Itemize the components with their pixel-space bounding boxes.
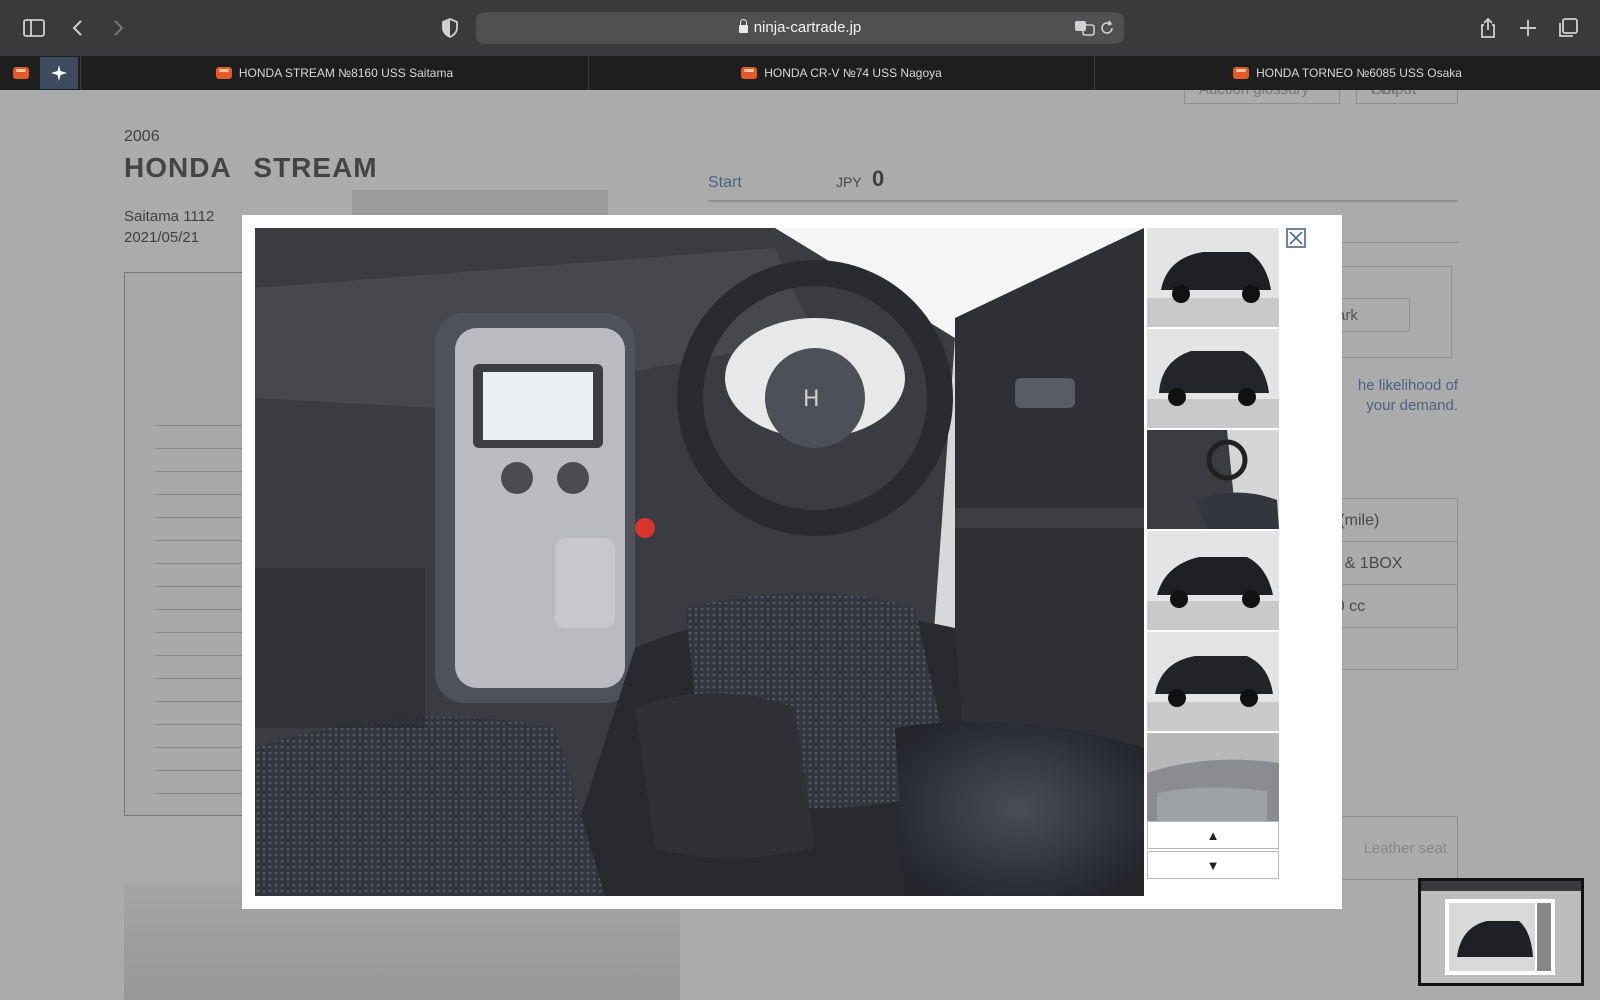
svg-text:H: H (803, 387, 820, 412)
airplane-icon (51, 65, 67, 81)
window-preview-thumbnail[interactable] (1418, 878, 1584, 986)
thumbnail-1[interactable] (1147, 228, 1279, 327)
url-text: ninja-cartrade.jp (753, 19, 862, 36)
lock-icon (738, 19, 748, 33)
car-favicon-icon (215, 67, 232, 79)
thumbnail-5[interactable] (1147, 632, 1279, 731)
reload-icon[interactable] (1098, 19, 1116, 37)
thumbnail-scroll-down-button[interactable]: ▼ (1147, 851, 1279, 879)
thumbnail-2[interactable] (1147, 329, 1279, 428)
address-bar[interactable]: ninja-cartrade.jp (476, 12, 1124, 44)
main-interior-photo[interactable]: H (255, 228, 1144, 896)
close-icon[interactable] (1286, 228, 1306, 248)
tab-honda-torneo[interactable]: HONDA TORNEO №6085 USS Osaka (1094, 56, 1600, 90)
thumbnail-6[interactable] (1147, 733, 1279, 832)
forward-icon[interactable] (106, 16, 130, 40)
car-favicon-icon (1233, 67, 1250, 79)
car-favicon-icon (13, 67, 29, 79)
thumbnail-4[interactable] (1147, 531, 1279, 630)
sidebar-icon[interactable] (22, 16, 46, 40)
browser-toolbar: ninja-cartrade.jp (0, 0, 1600, 56)
thumbnail-3[interactable] (1147, 430, 1279, 529)
privacy-shield-icon[interactable] (438, 16, 462, 40)
interior-photo-image: H (255, 228, 1144, 896)
tab-bar: HONDA STREAM №8160 USS Saitama HONDA CR-… (0, 56, 1600, 90)
translate-icon[interactable] (1074, 18, 1096, 38)
tab-honda-stream[interactable]: HONDA STREAM №8160 USS Saitama (80, 56, 588, 90)
new-tab-icon[interactable] (1516, 16, 1540, 40)
share-icon[interactable] (1476, 16, 1500, 40)
photo-gallery-modal: H ▲ ▼ (242, 215, 1342, 909)
pinned-tab-2[interactable] (40, 57, 78, 89)
back-icon[interactable] (66, 16, 90, 40)
car-favicon-icon (741, 67, 758, 79)
pinned-tab-1[interactable] (2, 57, 40, 89)
tab-honda-crv[interactable]: HONDA CR-V №74 USS Nagoya (588, 56, 1094, 90)
thumbnail-scroll-up-button[interactable]: ▲ (1147, 821, 1279, 849)
tab-overview-icon[interactable] (1556, 16, 1580, 40)
